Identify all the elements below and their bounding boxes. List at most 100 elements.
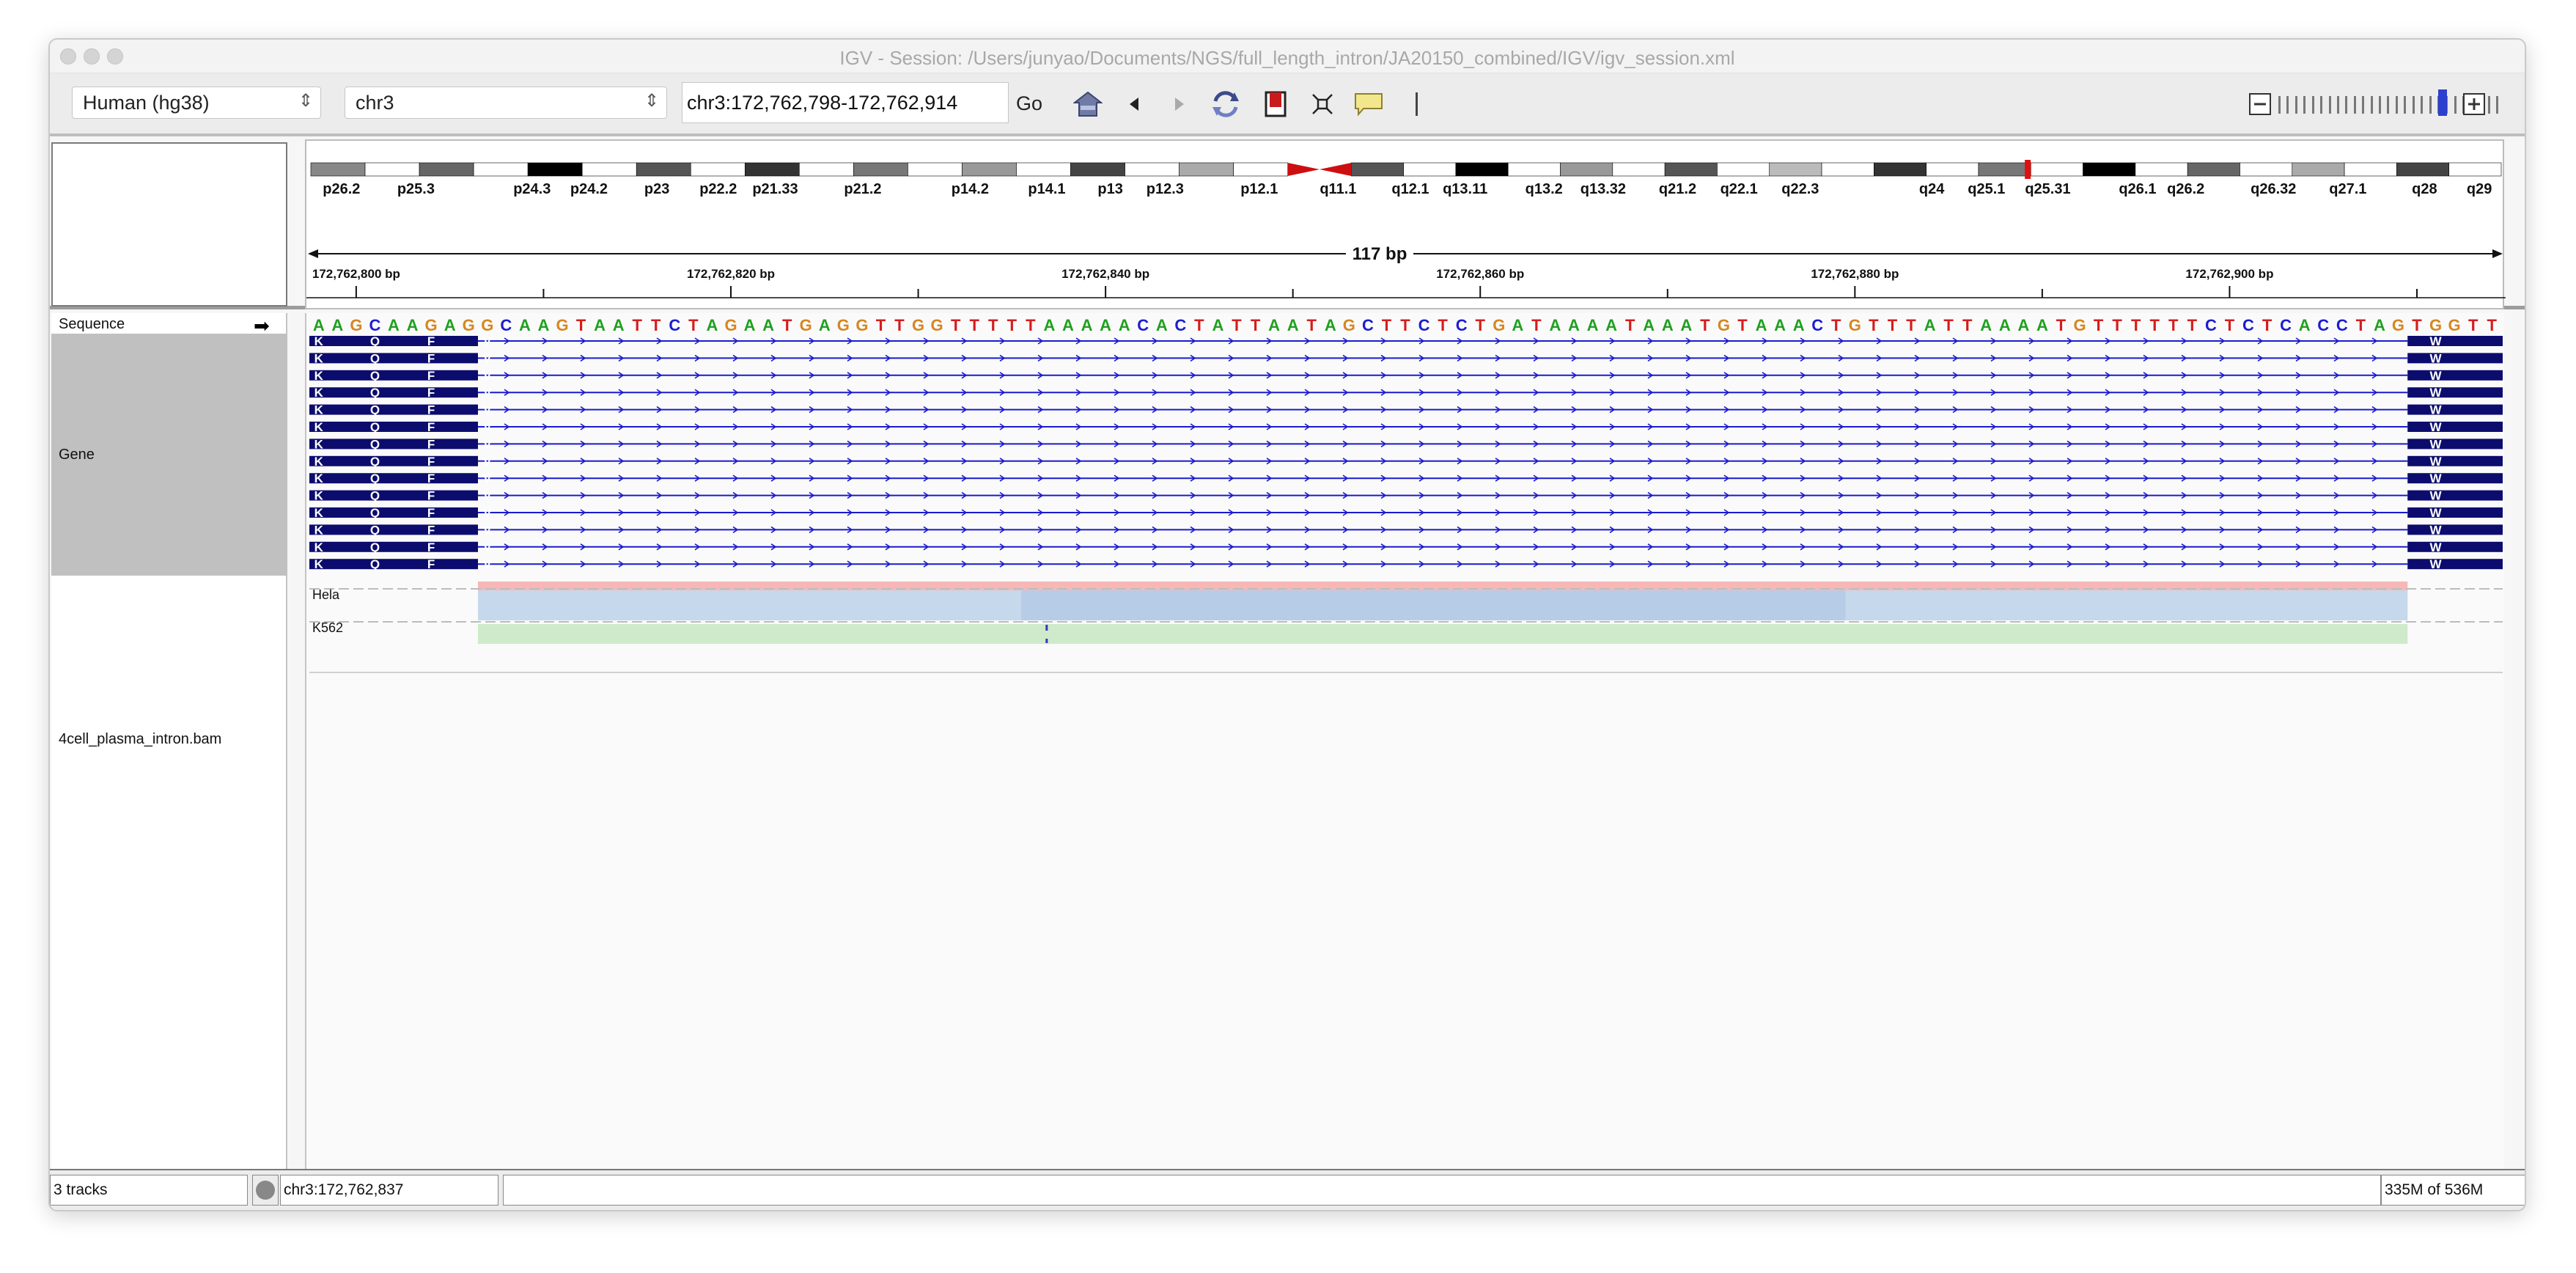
gene-exon-right[interactable] [2407,353,2503,364]
zoom-in-icon[interactable] [2462,89,2487,119]
zoom-out-icon[interactable] [2248,89,2273,119]
ideogram-band[interactable] [2448,162,2502,177]
chromosome-dropdown[interactable]: chr3 ⇕ [345,87,667,119]
k562-coverage[interactable] [478,624,2408,644]
ideogram-band[interactable] [1717,162,1770,177]
sequence-track-label[interactable]: Sequence [59,316,125,333]
ideogram-band[interactable] [1125,162,1180,177]
amino-acid-label: K [314,455,324,469]
amino-acid-label: V [483,523,492,537]
ideogram-band[interactable] [1978,162,2031,177]
back-arrow-icon[interactable] [1122,89,1147,119]
ideogram-band[interactable] [1821,162,1874,177]
ideogram-band[interactable] [581,162,637,177]
ideogram-band[interactable] [908,162,963,177]
sequence-base: G [2429,316,2442,334]
ideogram-band-label: q29 [2467,181,2492,197]
ideogram-band[interactable] [1560,162,1613,177]
ideogram-band[interactable] [636,162,691,177]
gene-exon-left[interactable] [309,422,478,432]
gene-exon-right[interactable] [2407,490,2503,501]
ideogram-band[interactable] [1874,162,1927,177]
go-button[interactable]: Go [1016,92,1042,115]
gene-exon-left[interactable] [309,490,478,501]
ideogram-band[interactable] [1016,162,1071,177]
gene-exon-left[interactable] [309,473,478,484]
gene-exon-right[interactable] [2407,404,2503,415]
ideogram-band[interactable] [473,162,529,177]
ideogram-band[interactable] [2396,162,2449,177]
gene-exon-right[interactable] [2407,473,2503,484]
ideogram-band[interactable] [1403,162,1457,177]
gene-exon-left[interactable] [309,455,478,466]
ideogram-ruler-panel[interactable]: p26.2 p25.3 p24.3 p24.2 p23 p22.2 p21.33 p21.2 p… [305,139,2506,311]
gene-track-label[interactable]: Gene [59,447,95,463]
gene-exon-left[interactable] [309,336,478,346]
gene-exon-right[interactable] [2407,422,2503,432]
ideogram-band[interactable] [1179,162,1234,177]
gene-exon-right[interactable] [2407,439,2503,450]
ideogram-band[interactable] [2135,162,2188,177]
gene-exon-left[interactable] [309,507,478,518]
gene-exon-left[interactable] [309,541,478,552]
ideogram-band[interactable] [690,162,746,177]
ideogram-band[interactable] [1455,162,1509,177]
gene-exon-right[interactable] [2407,507,2503,518]
current-region-marker[interactable] [2025,160,2031,179]
popup-info-icon[interactable] [1352,89,1385,119]
gene-exon-left[interactable] [309,524,478,535]
gene-exon-left[interactable] [309,559,478,570]
gene-exon-left[interactable] [309,353,478,364]
gene-exon-left[interactable] [309,439,478,450]
ideogram-band[interactable] [2083,162,2136,177]
zoom-slider-thumb[interactable] [2435,88,2450,117]
sequence-base: C [1362,316,1374,334]
genome-dropdown[interactable]: Human (hg38) ⇕ [72,87,321,119]
ideogram-band[interactable] [1769,162,1822,177]
ideogram-band[interactable] [2292,162,2345,177]
ideogram-band[interactable] [364,162,420,177]
sequence-base: T [1888,316,1898,334]
ideogram-band[interactable] [310,162,366,177]
ideogram-band[interactable] [1926,162,1979,177]
gene-exon-right[interactable] [2407,387,2503,398]
refresh-icon[interactable] [1208,89,1243,119]
ideogram-band[interactable] [962,162,1017,177]
ideogram-band[interactable] [1070,162,1125,177]
ideogram-band[interactable] [1351,162,1404,177]
ideogram-band[interactable] [853,162,908,177]
gene-exon-right[interactable] [2407,559,2503,570]
ideogram-band[interactable] [1664,162,1718,177]
resize-to-window-icon[interactable] [1308,89,1337,119]
track-data-canvas[interactable]: AAGCAAGAGGCAAGTAATTCTAGAATGAGGTTGGTTTTTA… [306,313,2506,1169]
gene-exon-right[interactable] [2407,336,2503,346]
ideogram-band[interactable] [1233,162,1288,177]
gene-exon-right[interactable] [2407,455,2503,466]
ideogram-band[interactable] [799,162,854,177]
track-data-panel[interactable]: AAGCAAGAGGCAAGTAATTCTAGAATGAGGTTGGTTTTTA… [305,313,2504,1169]
ideogram-band[interactable] [1612,162,1666,177]
ideogram-band[interactable] [2240,162,2293,177]
chromosome-ideogram[interactable]: p26.2 p25.3 p24.3 p24.2 p23 p22.2 p21.33 p21.2 p… [306,141,2506,311]
ideogram-band[interactable] [527,162,583,177]
gene-exon-left[interactable] [309,404,478,415]
bam-track-label[interactable]: 4cell_plasma_intron.bam [59,731,221,748]
gene-exon-right[interactable] [2407,541,2503,552]
locus-search-input[interactable]: chr3:172,762,798-172,762,914 [682,82,1009,123]
ideogram-band[interactable] [2187,162,2240,177]
hela-coverage-dense[interactable] [1021,590,1846,620]
ideogram-band[interactable] [2344,162,2397,177]
forward-arrow-icon[interactable] [1167,89,1192,119]
sequence-base: T [2094,316,2104,334]
ideogram-band[interactable] [1507,162,1561,177]
gene-exon-left[interactable] [309,370,478,381]
home-icon[interactable] [1072,89,1104,119]
gene-exon-left[interactable] [309,387,478,398]
roi-icon[interactable] [1261,89,1290,119]
gene-exon-right[interactable] [2407,370,2503,381]
amino-acid-label: K [314,489,324,503]
ideogram-band[interactable] [744,162,800,177]
ideogram-band[interactable] [2030,162,2083,177]
ideogram-band[interactable] [419,162,474,177]
gene-exon-right[interactable] [2407,524,2503,535]
